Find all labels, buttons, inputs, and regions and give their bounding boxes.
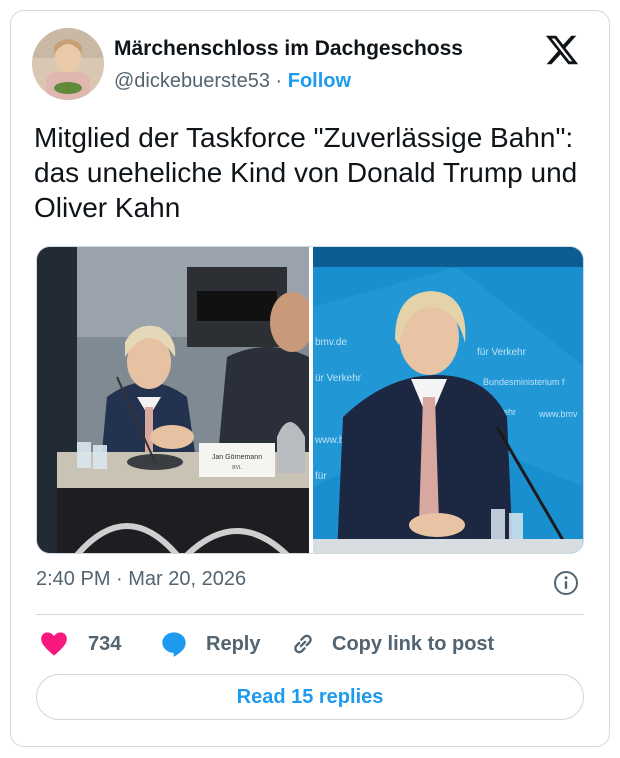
read-replies-button[interactable]: Read 15 replies bbox=[36, 674, 584, 720]
backdrop-text-1: bmv.de bbox=[315, 337, 347, 348]
reply-button[interactable]: Reply bbox=[160, 628, 260, 660]
info-icon[interactable] bbox=[553, 570, 579, 596]
backdrop-text-7: www.b bbox=[314, 435, 345, 446]
backdrop-text-6: ür Verkehr bbox=[315, 373, 362, 384]
backdrop-text-3: Bundesministerium f bbox=[483, 377, 565, 387]
action-bar: 734 Reply Copy link to post bbox=[36, 628, 584, 660]
author-handle-line: @dickebuerste53 · Follow bbox=[114, 70, 351, 93]
copy-link-label: Copy link to post bbox=[332, 632, 495, 655]
author-handle[interactable]: @dickebuerste53 bbox=[114, 70, 270, 92]
reply-bubble-icon bbox=[162, 632, 186, 657]
heart-icon bbox=[41, 632, 67, 656]
copy-link-button[interactable]: Copy link to post bbox=[290, 628, 494, 660]
tweet-text: Mitglied der Taskforce "Zuverlässige Bah… bbox=[34, 122, 578, 223]
right-photo: bmv.de für Verkehr Bundesministerium f V… bbox=[313, 247, 583, 553]
author-name[interactable]: Märchenschloss im Dachgeschoss bbox=[114, 37, 463, 61]
x-logo-icon[interactable] bbox=[544, 32, 580, 68]
separator-dot: · bbox=[275, 70, 283, 92]
nameplate-name: Jan Görnemann bbox=[212, 454, 262, 461]
like-count: 734 bbox=[88, 632, 122, 655]
avatar[interactable] bbox=[32, 28, 104, 100]
reply-label: Reply bbox=[206, 632, 261, 655]
backdrop-text-2: für Verkehr bbox=[477, 347, 527, 358]
left-photo: Jan Görnemann BVL bbox=[37, 247, 314, 553]
backdrop-text-8: für bbox=[315, 471, 327, 482]
backdrop-text-5: www.bmv bbox=[538, 409, 578, 419]
divider bbox=[36, 614, 584, 615]
tweet-timestamp[interactable]: 2:40 PM · Mar 20, 2026 bbox=[36, 568, 246, 591]
link-icon bbox=[294, 634, 312, 654]
nameplate-sub: BVL bbox=[232, 465, 242, 471]
like-button[interactable]: 734 bbox=[40, 628, 121, 660]
follow-button[interactable]: Follow bbox=[288, 70, 351, 92]
tweet-media[interactable]: Jan Görnemann BVL bmv.de für Verkehr Bun… bbox=[36, 246, 584, 554]
